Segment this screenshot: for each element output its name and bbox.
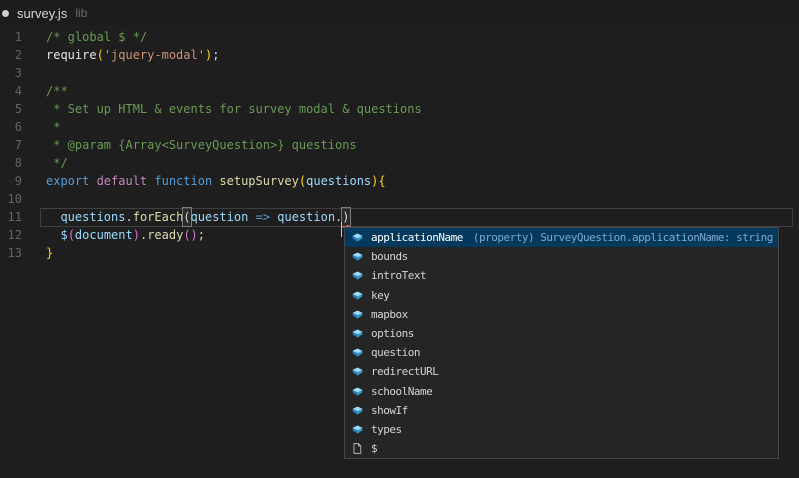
line-number: 9 <box>0 172 22 190</box>
code-line[interactable]: 11 questions.forEach(question => questio… <box>0 208 799 226</box>
autocomplete-dropdown: applicationName (property) SurveyQuestion… <box>344 227 779 459</box>
code-line[interactable]: 5 * Set up HTML & events for survey moda… <box>0 100 799 118</box>
line-number: 7 <box>0 136 22 154</box>
line-number: 3 <box>0 64 22 82</box>
window-folder-hint: lib <box>75 6 87 20</box>
code-text: export default function setupSurvey(ques… <box>46 172 386 190</box>
suggestion-label: applicationName <box>371 231 463 244</box>
code-line[interactable]: 7 * @param {Array<SurveyQuestion>} quest… <box>0 136 799 154</box>
suggestion-label: question <box>371 346 420 359</box>
suggestion-label: redirectURL <box>371 365 438 378</box>
line-number: 5 <box>0 100 22 118</box>
suggestion-item[interactable]: applicationName (property) SurveyQuestion… <box>345 228 778 247</box>
suggestion-item[interactable]: options <box>345 324 778 343</box>
text-file-icon <box>349 441 365 457</box>
suggestion-item[interactable]: schoolName <box>345 382 778 401</box>
suggestion-item[interactable]: question <box>345 343 778 362</box>
window-title[interactable]: survey.js <box>17 6 67 21</box>
property-icon <box>349 287 365 303</box>
suggestion-detail: (property) SurveyQuestion.applicationNam… <box>473 231 773 244</box>
suggestion-item[interactable]: showIf <box>345 401 778 420</box>
property-icon <box>349 230 365 246</box>
line-number: 6 <box>0 118 22 136</box>
suggestion-label: schoolName <box>371 385 432 398</box>
line-number: 2 <box>0 46 22 64</box>
unsaved-changes-dot <box>2 10 9 17</box>
property-icon <box>349 249 365 265</box>
code-text: * @param {Array<SurveyQuestion>} questio… <box>46 136 357 154</box>
property-icon <box>349 402 365 418</box>
suggestion-label: types <box>371 423 402 436</box>
code-text: questions.forEach(question => question.) <box>46 208 350 226</box>
suggestion-item[interactable]: types <box>345 420 778 439</box>
code-text: $(document).ready(); <box>46 226 205 244</box>
line-number: 11 <box>0 208 22 226</box>
code-line[interactable]: 3 <box>0 64 799 82</box>
line-number: 10 <box>0 190 22 208</box>
line-number: 1 <box>0 28 22 46</box>
line-number: 8 <box>0 154 22 172</box>
property-icon <box>349 364 365 380</box>
suggestion-label: introText <box>371 269 426 282</box>
suggestion-item[interactable]: bounds <box>345 247 778 266</box>
suggestion-label: $ <box>371 442 377 455</box>
code-text: * <box>46 118 60 136</box>
suggestion-label: showIf <box>371 404 408 417</box>
code-line[interactable]: 8 */ <box>0 154 799 172</box>
suggestion-label: bounds <box>371 250 408 263</box>
code-text: */ <box>46 154 68 172</box>
property-icon <box>349 345 365 361</box>
line-number: 13 <box>0 244 22 262</box>
line-number: 12 <box>0 226 22 244</box>
title-bar: survey.js lib <box>0 0 799 26</box>
suggestion-item[interactable]: redirectURL <box>345 362 778 381</box>
suggestion-item[interactable]: introText <box>345 266 778 285</box>
code-line[interactable]: 6 * <box>0 118 799 136</box>
suggestion-label: mapbox <box>371 308 408 321</box>
property-icon <box>349 306 365 322</box>
property-icon <box>349 383 365 399</box>
code-text: * Set up HTML & events for survey modal … <box>46 100 422 118</box>
code-text: /** <box>46 82 68 100</box>
suggestion-item[interactable]: mapbox <box>345 305 778 324</box>
code-line[interactable]: 2 require('jquery-modal'); <box>0 46 799 64</box>
property-icon <box>349 326 365 342</box>
code-line[interactable]: 9 export default function setupSurvey(que… <box>0 172 799 190</box>
code-text: /* global $ */ <box>46 28 147 46</box>
suggestion-item[interactable]: $ <box>345 439 778 458</box>
property-icon <box>349 421 365 437</box>
property-icon <box>349 268 365 284</box>
suggestion-label: key <box>371 289 389 302</box>
code-line[interactable]: 4 /** <box>0 82 799 100</box>
code-line[interactable]: 1 /* global $ */ <box>0 28 799 46</box>
code-text: } <box>46 244 53 262</box>
code-line[interactable]: 10 <box>0 190 799 208</box>
suggestion-label: options <box>371 327 414 340</box>
code-text: require('jquery-modal'); <box>46 46 219 64</box>
suggestion-item[interactable]: key <box>345 286 778 305</box>
line-number: 4 <box>0 82 22 100</box>
